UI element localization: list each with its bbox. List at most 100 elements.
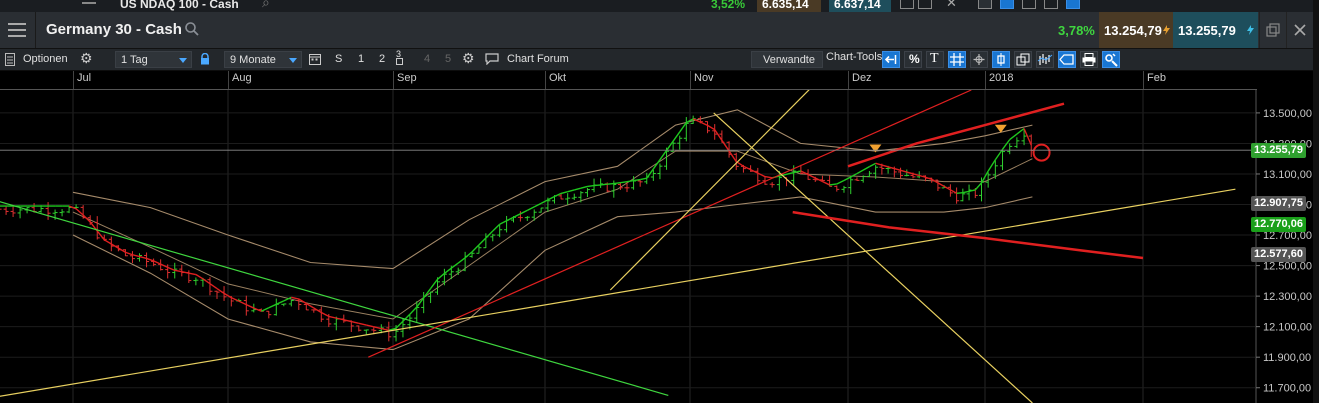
- background-ask-box[interactable]: 6.637,14: [829, 0, 891, 12]
- options-menu[interactable]: Optionen: [23, 53, 68, 65]
- popout-button[interactable]: [1259, 12, 1286, 48]
- grid-icon: [950, 53, 964, 66]
- month-label: Aug: [232, 72, 252, 84]
- calendar-icon[interactable]: [309, 53, 321, 65]
- text-tool[interactable]: T: [926, 51, 944, 68]
- search-icon[interactable]: [184, 21, 200, 37]
- price-tick-label: 13.100,00: [1263, 169, 1312, 181]
- layers-tool[interactable]: [1014, 51, 1032, 68]
- short-moving-average-segment: [593, 184, 601, 187]
- short-moving-average-segment: [728, 150, 737, 162]
- short-moving-average-segment: [547, 195, 555, 201]
- layout-1-button[interactable]: 1: [358, 53, 364, 65]
- candlestick-tool[interactable]: [992, 51, 1010, 68]
- percent-tool[interactable]: %: [904, 51, 922, 68]
- interval-select[interactable]: 1 Tag: [115, 51, 192, 68]
- short-moving-average-segment: [492, 223, 501, 232]
- short-moving-average-segment: [464, 251, 473, 259]
- short-moving-average-segment: [869, 162, 876, 168]
- month-label: Feb: [1147, 72, 1166, 84]
- print-icon[interactable]: [1044, 0, 1058, 9]
- short-moving-average-segment: [167, 266, 176, 272]
- crosshair-tool[interactable]: [970, 51, 988, 68]
- lock-icon[interactable]: [200, 53, 210, 65]
- short-moving-average-segment: [659, 150, 668, 161]
- layout-2-button[interactable]: 2: [379, 53, 385, 65]
- grid-tool[interactable]: [948, 51, 966, 68]
- bolt-icon: [1247, 25, 1254, 35]
- layout-5-button[interactable]: 5: [445, 53, 451, 65]
- document-icon[interactable]: [5, 53, 15, 66]
- candlestick-icon: [997, 53, 1005, 66]
- short-moving-average-segment: [499, 220, 507, 225]
- text-tool-label: T: [930, 51, 939, 66]
- search-icon[interactable]: ⌕: [262, 0, 270, 11]
- chart-tools-label: Chart-Tools: [826, 51, 883, 63]
- tag-icon[interactable]: [1000, 0, 1014, 9]
- layout-4-button[interactable]: 4: [424, 53, 430, 65]
- short-moving-average-segment: [1009, 133, 1018, 141]
- short-moving-average-segment: [139, 255, 147, 260]
- menu-icon[interactable]: [8, 23, 26, 37]
- redo-icon[interactable]: [1022, 0, 1036, 9]
- short-moving-average-segment: [580, 185, 588, 189]
- short-moving-average-segment: [994, 148, 1004, 161]
- price-tick-label: 12.500,00: [1263, 261, 1312, 273]
- month-separator: [1143, 71, 1144, 89]
- close-button[interactable]: [1286, 12, 1313, 48]
- indicator-tool[interactable]: [1036, 51, 1054, 68]
- month-separator: [690, 71, 691, 89]
- ask-button[interactable]: 13.255,79: [1173, 12, 1258, 48]
- short-moving-average-segment: [513, 213, 521, 218]
- short-moving-average-segment: [560, 190, 568, 195]
- tag-icon: [1059, 54, 1074, 65]
- short-moving-average-segment: [409, 306, 418, 315]
- time-axis: Jul Aug Sep Okt Nov Dez 2018 Feb: [0, 71, 1257, 90]
- gear-icon[interactable]: ⚙: [462, 50, 475, 67]
- short-moving-average-segment: [613, 181, 621, 185]
- chart-settings-tool[interactable]: [1102, 51, 1120, 68]
- pct-change: 3,78%: [1058, 23, 1095, 38]
- arrow-back-tool[interactable]: [882, 51, 900, 68]
- short-moving-average-segment: [652, 159, 661, 170]
- price-tag-middle: 12.770,06: [1251, 217, 1306, 233]
- range-value: 9 Monate: [230, 54, 276, 66]
- short-moving-average-segment: [567, 189, 575, 193]
- background-ask-value: 6.637,14: [834, 0, 881, 11]
- bollinger-upper-line: [72, 109, 1033, 270]
- short-moving-average-segment: [587, 184, 595, 188]
- settings-icon[interactable]: [1066, 0, 1080, 9]
- chat-bubble-icon[interactable]: [485, 53, 499, 65]
- background-bid-box[interactable]: 6.635,14: [757, 0, 821, 12]
- short-moving-average-segment: [216, 287, 225, 294]
- indicator-icon: [1037, 54, 1053, 65]
- layers-icon[interactable]: [978, 0, 992, 9]
- month-label: Okt: [549, 72, 567, 84]
- short-moving-average-segment: [714, 129, 723, 141]
- crosshair-icon: [973, 54, 985, 65]
- tag-tool[interactable]: [1058, 51, 1076, 68]
- popout-icon: [1266, 23, 1280, 37]
- short-moving-average-segment: [381, 327, 389, 331]
- price-tick-label: 11.900,00: [1263, 352, 1311, 364]
- close-icon[interactable]: ✕: [946, 0, 957, 11]
- short-moving-average-segment: [1023, 128, 1032, 146]
- menu-icon[interactable]: [82, 0, 96, 6]
- chart-forum-link[interactable]: Chart Forum: [507, 53, 569, 65]
- month-separator: [985, 71, 986, 89]
- short-moving-average-segment: [843, 176, 852, 182]
- short-moving-average-segment: [188, 272, 197, 276]
- popout-icon[interactable]: [918, 0, 932, 9]
- window-edge: [1313, 0, 1319, 403]
- gear-icon[interactable]: ⚙: [80, 50, 93, 67]
- short-moving-average-segment: [640, 177, 647, 181]
- price-chart[interactable]: 13.500,0013.300,0013.100,0012.900,0012.7…: [0, 90, 1313, 403]
- range-select[interactable]: 9 Monate: [224, 51, 302, 68]
- print-tool[interactable]: [1080, 51, 1098, 68]
- mode-s-button[interactable]: S: [335, 53, 342, 65]
- month-separator: [848, 71, 849, 89]
- related-button[interactable]: Verwandte: [751, 51, 823, 68]
- minimize-icon[interactable]: [900, 0, 914, 9]
- short-moving-average-segment: [457, 257, 466, 264]
- bid-button[interactable]: 13.254,79: [1099, 12, 1173, 48]
